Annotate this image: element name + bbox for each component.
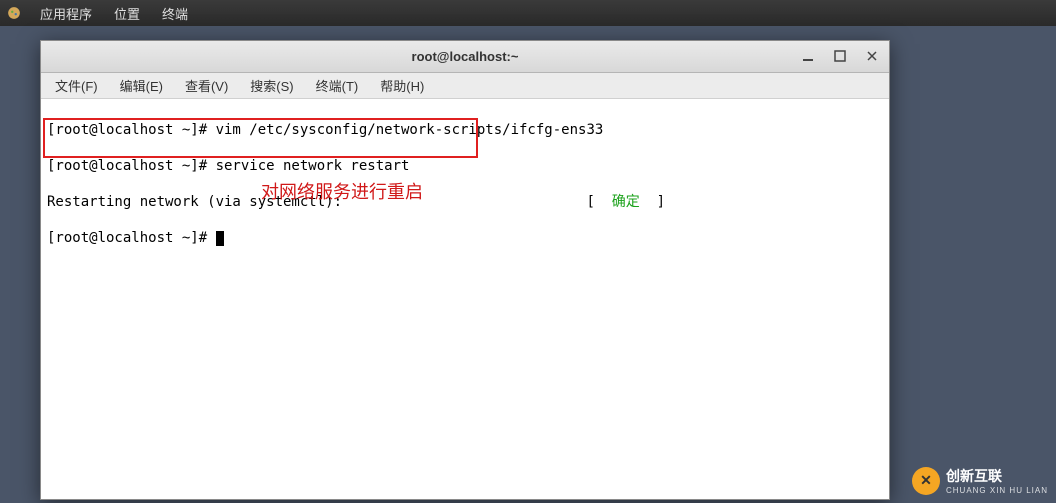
watermark-logo-icon: ✕ xyxy=(912,467,940,495)
panel-applications[interactable]: 应用程序 xyxy=(36,1,96,26)
menu-search[interactable]: 搜索(S) xyxy=(242,73,301,98)
terminal-body[interactable]: [root@localhost ~]# vim /etc/sysconfig/n… xyxy=(41,99,889,499)
terminal-cursor xyxy=(216,231,224,246)
watermark-sub: CHUANG XIN HU LIAN xyxy=(946,486,1048,495)
terminal-bracket: ] xyxy=(657,194,665,210)
watermark-text: 创新互联 CHUANG XIN HU LIAN xyxy=(946,466,1048,495)
terminal-line: [root@localhost ~]# vim /etc/sysconfig/n… xyxy=(47,121,883,139)
terminal-window: root@localhost:~ 文件(F) 编辑(E) 查看(V) 搜索(S)… xyxy=(40,40,890,500)
window-title: root@localhost:~ xyxy=(412,49,519,64)
terminal-bracket: [ xyxy=(586,194,594,210)
maximize-button[interactable] xyxy=(829,45,851,67)
terminal-line: [root@localhost ~]# service network rest… xyxy=(47,157,883,175)
watermark: ✕ 创新互联 CHUANG XIN HU LIAN xyxy=(912,466,1048,495)
menu-edit[interactable]: 编辑(E) xyxy=(112,73,171,98)
annotation-text: 对网络服务进行重启 xyxy=(261,183,423,201)
menu-view[interactable]: 查看(V) xyxy=(177,73,236,98)
close-icon xyxy=(866,50,878,62)
window-titlebar[interactable]: root@localhost:~ xyxy=(41,41,889,73)
window-menubar: 文件(F) 编辑(E) 查看(V) 搜索(S) 终端(T) 帮助(H) xyxy=(41,73,889,99)
menu-help[interactable]: 帮助(H) xyxy=(372,73,432,98)
terminal-prompt: [root@localhost ~]# xyxy=(47,230,216,246)
panel-places[interactable]: 位置 xyxy=(110,1,144,26)
system-icon xyxy=(6,5,22,21)
minimize-button[interactable] xyxy=(797,45,819,67)
terminal-line: Restarting network (via systemctl): [ 确定… xyxy=(47,193,883,211)
minimize-icon xyxy=(802,50,814,62)
window-controls xyxy=(797,45,883,67)
menu-file[interactable]: 文件(F) xyxy=(47,73,106,98)
watermark-main: 创新互联 xyxy=(946,468,1002,484)
status-ok: 确定 xyxy=(595,194,657,210)
panel-terminal[interactable]: 终端 xyxy=(158,1,192,26)
terminal-line: [root@localhost ~]# xyxy=(47,229,883,247)
desktop-top-panel: 应用程序 位置 终端 xyxy=(0,0,1056,26)
maximize-icon xyxy=(834,50,846,62)
menu-terminal[interactable]: 终端(T) xyxy=(308,73,367,98)
close-button[interactable] xyxy=(861,45,883,67)
